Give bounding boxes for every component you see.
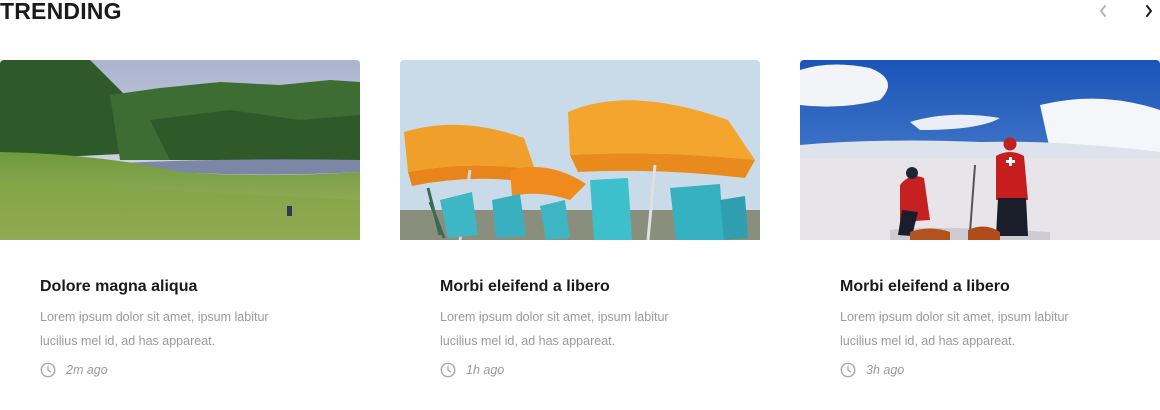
- carousel-nav: [1092, 0, 1160, 22]
- carousel-prev-button[interactable]: [1092, 0, 1114, 22]
- article-card[interactable]: Dolore magna aliqua Lorem ipsum dolor si…: [0, 60, 360, 390]
- article-time: 3h ago: [866, 363, 905, 377]
- trending-cards: Dolore magna aliqua Lorem ipsum dolor si…: [0, 60, 1160, 400]
- article-image[interactable]: [800, 60, 1160, 240]
- clock-icon: [40, 362, 56, 378]
- article-meta: 3h ago: [840, 361, 1120, 379]
- article-meta: 1h ago: [440, 361, 720, 379]
- carousel-next-button[interactable]: [1138, 0, 1160, 22]
- clock-icon: [840, 362, 856, 378]
- article-image[interactable]: [0, 60, 360, 240]
- article-title[interactable]: Morbi eleifend a libero: [840, 277, 1120, 297]
- article-time: 1h ago: [466, 363, 505, 377]
- chevron-right-icon: [1146, 5, 1152, 17]
- article-title[interactable]: Dolore magna aliqua: [40, 277, 320, 297]
- clock-icon: [440, 362, 456, 378]
- article-excerpt: Lorem ipsum dolor sit amet, ipsum labitu…: [440, 310, 669, 348]
- article-title[interactable]: Morbi eleifend a libero: [440, 277, 720, 297]
- article-excerpt: Lorem ipsum dolor sit amet, ipsum labitu…: [840, 310, 1069, 348]
- article-image[interactable]: [400, 60, 760, 240]
- article-meta: 2m ago: [40, 361, 320, 379]
- article-time: 2m ago: [66, 363, 108, 377]
- section-title: TRENDING: [0, 0, 122, 24]
- article-card[interactable]: Morbi eleifend a libero Lorem ipsum dolo…: [400, 60, 760, 390]
- article-card[interactable]: Morbi eleifend a libero Lorem ipsum dolo…: [800, 60, 1160, 390]
- chevron-left-icon: [1100, 5, 1106, 17]
- article-excerpt: Lorem ipsum dolor sit amet, ipsum labitu…: [40, 310, 269, 348]
